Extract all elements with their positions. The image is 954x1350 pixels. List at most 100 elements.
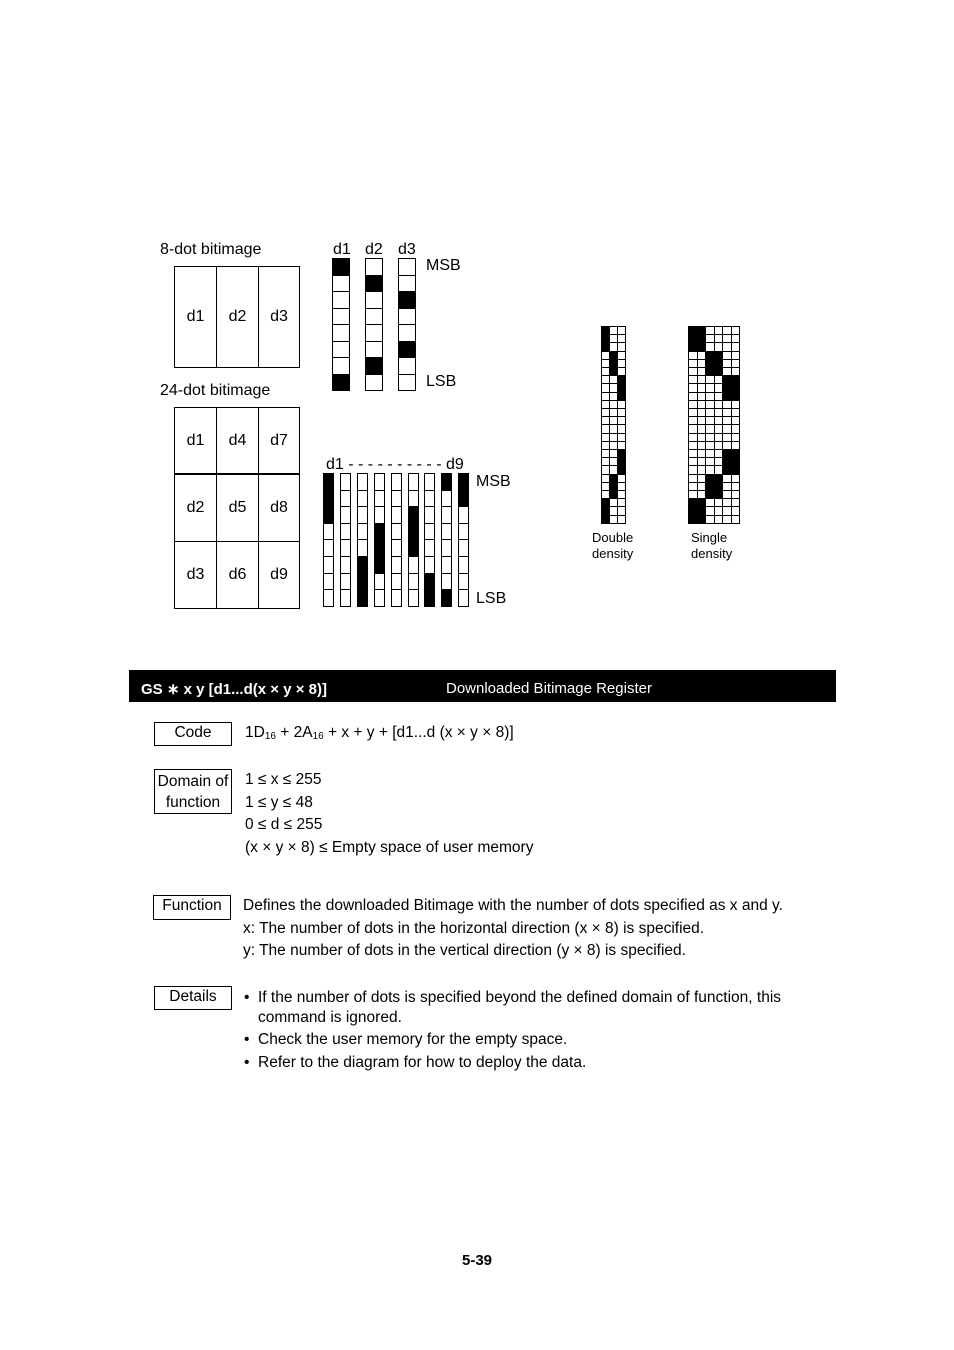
bit-dot-on — [373, 522, 385, 541]
domain-line: (x × y × 8) ≤ Empty space of user memory — [245, 838, 534, 856]
bit-dot-off — [407, 589, 419, 607]
bit-dot-on — [441, 589, 453, 607]
bit-dot-on — [424, 589, 436, 607]
bit-dot-on — [356, 589, 368, 607]
bit-dot-off — [424, 473, 436, 491]
double-density-label-line: density — [592, 546, 634, 561]
twentyfour-dot-cell: d7 — [259, 408, 299, 475]
bit-dot-off — [356, 473, 368, 491]
bit-dot-on — [373, 539, 385, 557]
bit-dot-off — [424, 489, 436, 508]
single-density-label-line: density — [691, 546, 733, 561]
bit-dot-off — [398, 324, 416, 342]
bit-dot-on — [407, 539, 419, 557]
bit-dot-off — [390, 539, 402, 557]
bit-dot-off — [458, 572, 470, 591]
code-tag: Code — [154, 722, 232, 746]
eight-dot-col-label: d3 — [398, 241, 416, 258]
code-subscript: 16 — [312, 731, 324, 742]
msb-label: MSB — [426, 257, 461, 274]
function-line: Defines the downloaded Bitimage with the… — [243, 897, 783, 914]
bit-dot-off — [390, 473, 402, 491]
bit-dot-off — [332, 324, 350, 342]
bit-dot-off — [441, 522, 453, 541]
lsb-label: LSB — [426, 373, 457, 390]
bit-dot-off — [424, 522, 436, 541]
domain-tag: Domain of function — [154, 769, 232, 814]
command-header-bar: GS ∗ x y [d1...d(x × y × 8)] Downloaded … — [129, 670, 836, 702]
bit-dot-off — [373, 589, 385, 607]
bit-dot-off — [398, 258, 416, 276]
eight-dot-col-label: d1 — [333, 241, 351, 258]
msb-label: MSB — [476, 473, 511, 490]
bit-dot-off — [339, 522, 351, 541]
bit-dot-off — [398, 274, 416, 292]
code-subscript: 16 — [264, 731, 276, 742]
bit-dot-off — [458, 522, 470, 541]
lsb-label: LSB — [476, 590, 507, 607]
domain-tag-line: function — [165, 794, 221, 811]
bit-dot-off — [441, 489, 453, 508]
bit-dot-off — [398, 357, 416, 375]
bit-dot-off — [373, 489, 385, 508]
bit-dot-on — [323, 473, 334, 491]
bit-dot-on — [441, 473, 453, 491]
bit-dot-off — [407, 489, 419, 508]
bit-dot-on — [356, 556, 368, 574]
bit-dot-on — [365, 357, 383, 375]
bit-dot-on — [365, 274, 383, 292]
eight-dot-col-label: d2 — [365, 241, 383, 258]
bit-dot-off — [458, 556, 470, 574]
details-item: If the number of dots is specified beyon… — [243, 988, 823, 1027]
bit-dot-off — [458, 589, 470, 607]
bit-dot-on — [332, 373, 350, 391]
bit-dot-on — [323, 489, 334, 508]
bit-dot-off — [390, 506, 402, 524]
bit-dot-on — [398, 340, 416, 358]
bit-dot-off — [424, 506, 436, 524]
bit-dot-off — [339, 556, 351, 574]
bit-dot-off — [365, 373, 383, 391]
bit-dot-off — [323, 522, 334, 541]
function-tag: Function — [153, 895, 231, 920]
domain-tag-line: Domain of — [157, 773, 229, 790]
bit-dot-on — [458, 473, 470, 491]
twentyfour-dot-cell: d4 — [217, 408, 259, 475]
bit-dot-off — [441, 572, 453, 591]
eight-dot-cell: d3 — [270, 308, 288, 325]
bit-dot-off — [407, 572, 419, 591]
bit-dot-off — [407, 556, 419, 574]
bit-dot-off — [356, 522, 368, 541]
bit-dot-on — [373, 556, 385, 574]
double-density-label: Double density — [592, 530, 633, 562]
details-item: Refer to the diagram for how to deploy t… — [243, 1053, 823, 1073]
bit-dot-off — [390, 489, 402, 508]
bit-dot-off — [339, 572, 351, 591]
bit-dot-off — [323, 589, 334, 607]
command-syntax: GS ∗ x y [d1...d(x × y × 8)] — [141, 681, 327, 698]
bit-dot-off — [339, 473, 351, 491]
bit-dot-off — [390, 522, 402, 541]
bit-dot-off — [390, 572, 402, 591]
twentyfour-dot-cell: d2 — [175, 475, 217, 542]
twentyfour-dot-cell: d3 — [175, 542, 217, 608]
bit-dot-off — [373, 572, 385, 591]
bit-dot-off — [407, 473, 419, 491]
code-part: + x + y + [d1...d (x × y × 8)] — [323, 724, 514, 741]
function-line: x: The number of dots in the horizontal … — [243, 919, 705, 937]
bit-dot-off — [398, 307, 416, 325]
twentyfour-dot-title: 24-dot bitimage — [160, 382, 271, 399]
d1-d9-range-label: d1 - - - - - - - - - - d9 — [326, 456, 464, 473]
bit-dot-on — [407, 506, 419, 524]
bit-dot-on — [398, 291, 416, 309]
bit-dot-off — [332, 340, 350, 358]
bit-dot-off — [356, 539, 368, 557]
bit-dot-off — [323, 539, 334, 557]
twentyfour-dot-cell: d1 — [175, 408, 217, 475]
eight-dot-cell: d1 — [175, 267, 217, 367]
twentyfour-dot-grid: d1 d4 d7 d2 d5 d8 d3 d6 d9 — [174, 407, 300, 609]
bit-dot-off — [332, 307, 350, 325]
details-tag: Details — [154, 986, 232, 1010]
bit-dot-on — [458, 489, 470, 508]
bit-dot-off — [441, 539, 453, 557]
